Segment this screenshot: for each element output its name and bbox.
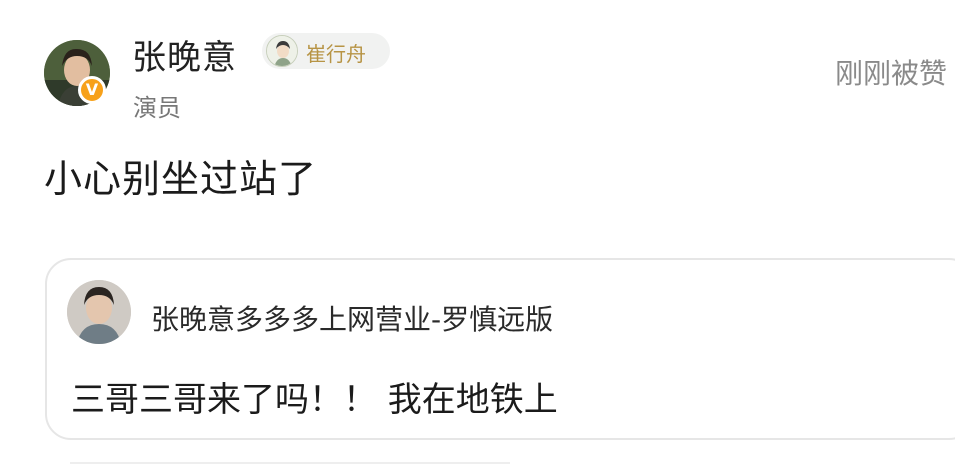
quoted-author-name[interactable]: 张晚意多多多上网营业-罗慎远版 bbox=[151, 298, 553, 338]
author-title: 演员 bbox=[133, 94, 181, 122]
quoted-avatar[interactable] bbox=[67, 280, 131, 344]
verified-icon: V bbox=[78, 76, 106, 104]
quoted-text: 三哥三哥来了吗！！ 我在地铁上 bbox=[71, 380, 558, 420]
badge-avatar-icon bbox=[266, 35, 298, 67]
divider bbox=[70, 462, 510, 464]
quoted-avatar-image bbox=[67, 280, 131, 344]
comment-text: 小心别坐过站了 bbox=[44, 157, 318, 201]
author-name[interactable]: 张晚意 bbox=[132, 30, 237, 79]
badge-label: 崔行舟 bbox=[306, 42, 366, 66]
like-status: 刚刚被赞 bbox=[834, 57, 947, 90]
fan-badge[interactable]: 崔行舟 bbox=[262, 33, 390, 69]
quoted-post-card[interactable]: 张晚意多多多上网营业-罗慎远版 三哥三哥来了吗！！ 我在地铁上 bbox=[45, 258, 955, 440]
